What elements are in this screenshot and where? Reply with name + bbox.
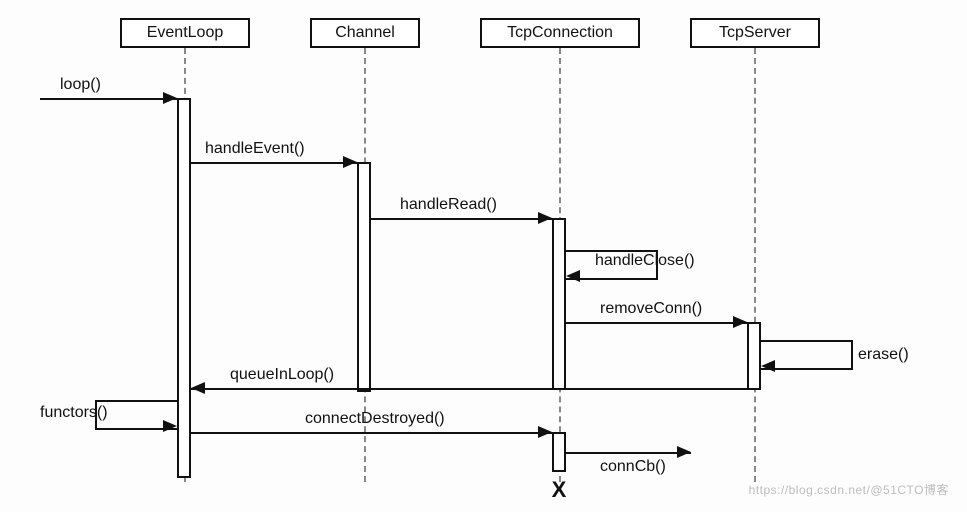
- activation-tcpserver: [747, 322, 761, 390]
- message-label-queueinloop: queueInLoop(): [230, 366, 334, 384]
- message-handleevent: [191, 162, 357, 164]
- termination-x-icon: X: [552, 477, 567, 503]
- watermark-text: https://blog.csdn.net/@51CTO博客: [749, 481, 949, 498]
- message-label-conncb: connCb(): [600, 458, 666, 476]
- participant-tcpconnection: TcpConnection: [480, 18, 640, 48]
- arrow-right-icon: [733, 316, 747, 328]
- activation-tcpconnection-2: [552, 432, 566, 472]
- participant-label: TcpConnection: [507, 24, 613, 42]
- participant-eventloop: EventLoop: [120, 18, 250, 48]
- message-removeconn: [566, 322, 747, 324]
- message-label-erase: erase(): [858, 346, 909, 364]
- arrow-right-icon: [677, 446, 691, 458]
- arrow-right-icon: [538, 212, 552, 224]
- activation-tcpconnection: [552, 218, 566, 390]
- arrow-right-icon: [538, 426, 552, 438]
- participant-tcpserver: TcpServer: [690, 18, 820, 48]
- message-loop: [40, 98, 177, 100]
- message-handleread: [371, 218, 552, 220]
- message-label-handleevent: handleEvent(): [205, 140, 305, 158]
- arrow-right-icon: [163, 92, 177, 104]
- arrow-left-icon: [566, 270, 580, 282]
- activation-channel: [357, 162, 371, 392]
- arrow-left-icon: [761, 360, 775, 372]
- message-label-loop: loop(): [60, 76, 101, 94]
- message-label-handleread: handleRead(): [400, 196, 497, 214]
- activation-eventloop: [177, 98, 191, 478]
- lifeline-tcpserver: [754, 48, 756, 482]
- message-queueinloop: [191, 388, 747, 390]
- message-label-connectdestroyed: connectDestroyed(): [305, 410, 445, 428]
- participant-label: Channel: [335, 24, 395, 42]
- arrow-left-icon: [191, 382, 205, 394]
- participant-label: EventLoop: [147, 24, 224, 42]
- message-label-handleclose: handleClose(): [595, 252, 695, 270]
- message-label-removeconn: removeConn(): [600, 300, 702, 318]
- participant-label: TcpServer: [719, 24, 791, 42]
- message-label-functors: functors(): [40, 404, 108, 422]
- participant-channel: Channel: [310, 18, 420, 48]
- message-conncb: [566, 452, 691, 454]
- arrow-right-icon: [343, 156, 357, 168]
- arrow-right-icon: [163, 420, 177, 432]
- message-connectdestroyed: [191, 432, 552, 434]
